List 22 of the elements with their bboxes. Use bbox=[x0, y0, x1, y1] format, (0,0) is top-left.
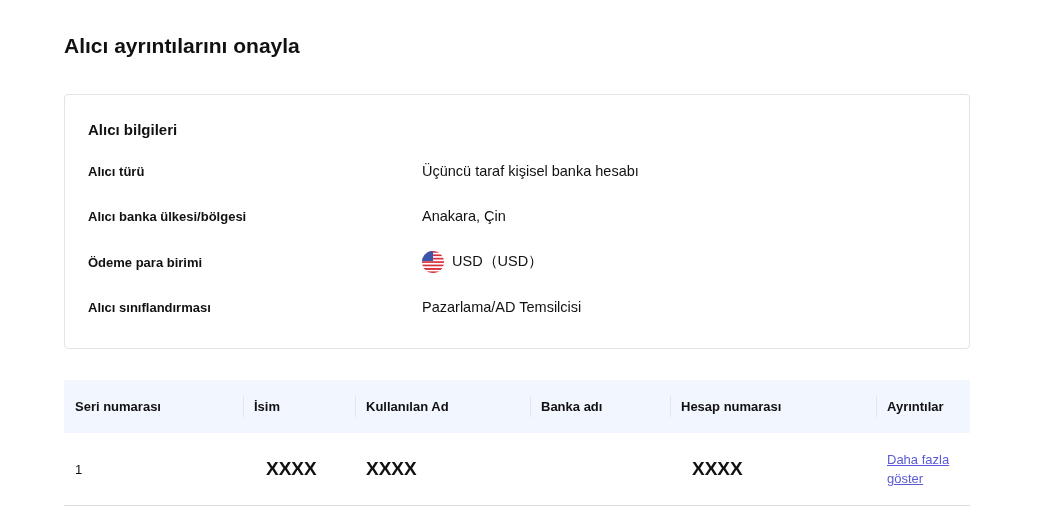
masked-value: XXXX bbox=[266, 458, 317, 479]
column-header: Seri numarası bbox=[64, 380, 243, 433]
column-header: Ayrıntılar bbox=[876, 380, 970, 433]
column-header: Hesap numarası bbox=[670, 380, 876, 433]
field-value: USD（USD） bbox=[452, 252, 544, 272]
field-value: Üçüncü taraf kişisel banka hesabı bbox=[422, 162, 639, 179]
field-value: Anakara, Çin bbox=[422, 208, 506, 225]
section-heading: Alıcı bilgileri bbox=[88, 121, 178, 138]
column-header: Kullanılan Ad bbox=[355, 380, 530, 433]
field-label: Alıcı banka ülkesi/bölgesi bbox=[88, 209, 247, 225]
field-label: Alıcı sınıflandırması bbox=[88, 300, 211, 316]
table-cell: 1 bbox=[64, 433, 243, 506]
field-label: Alıcı türü bbox=[88, 163, 145, 179]
column-header: İsim bbox=[243, 380, 355, 433]
flag-icon bbox=[422, 250, 444, 273]
page-title: Alıcı ayrıntılarını onayla bbox=[64, 34, 300, 58]
masked-value: XXXX bbox=[366, 458, 417, 479]
details-link[interactable]: Daha fazla göster bbox=[887, 450, 957, 488]
column-header: Banka adı bbox=[530, 380, 670, 433]
field-label: Ödeme para birimi bbox=[88, 254, 203, 270]
field-value: Pazarlama/AD Temsilcisi bbox=[422, 299, 582, 316]
masked-value: XXXX bbox=[692, 458, 743, 479]
